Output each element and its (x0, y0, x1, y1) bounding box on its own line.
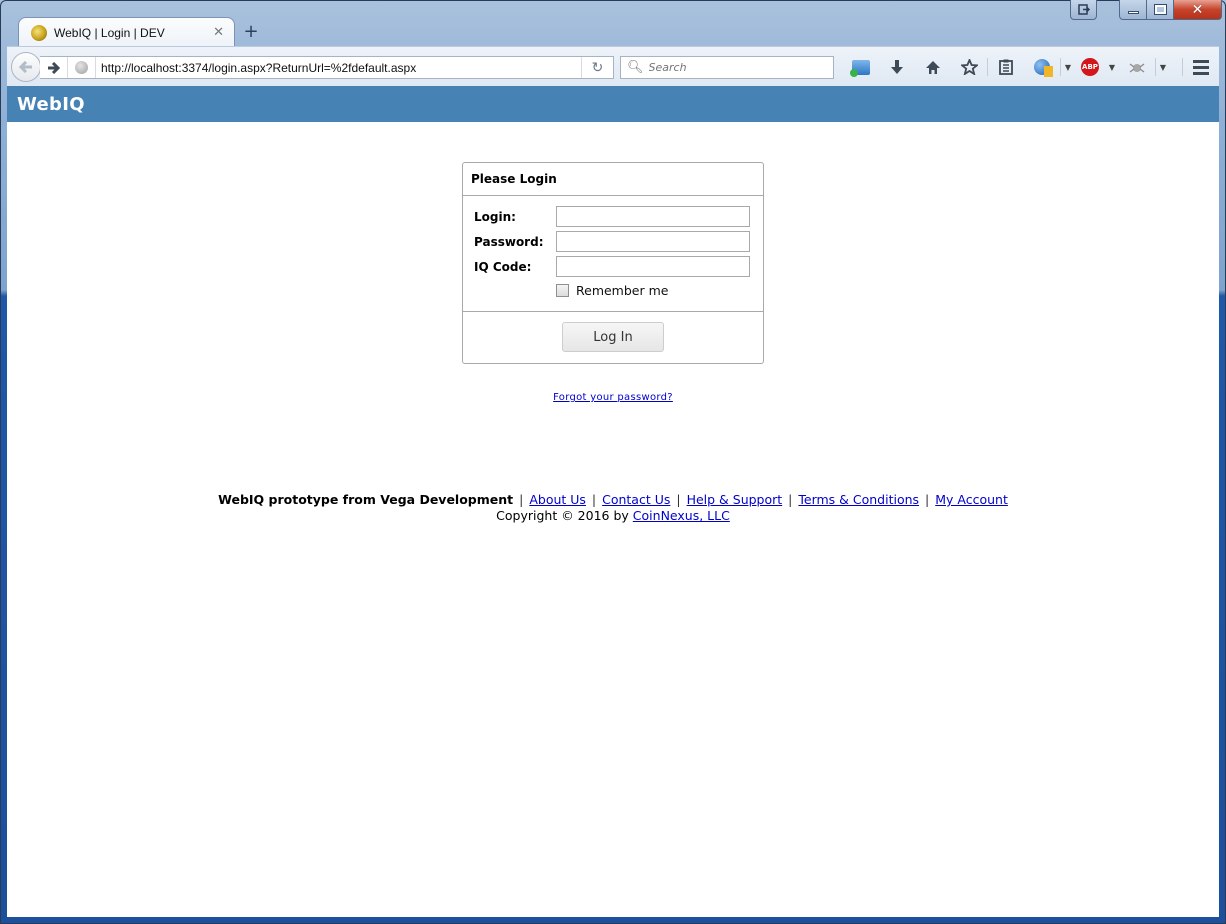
login-row: Login: (474, 206, 750, 227)
menu-icon (1193, 59, 1209, 75)
login-actions: Log In (463, 312, 763, 362)
adblock-dropdown[interactable]: ▼ (1105, 55, 1119, 79)
home-icon (926, 60, 940, 74)
login-panel: Please Login Login: Password: IQ Code: R… (462, 162, 764, 364)
password-row: Password: (474, 231, 750, 252)
footer-separator: | (788, 492, 793, 507)
bug-icon (1129, 63, 1145, 73)
log-in-button[interactable]: Log In (562, 322, 664, 352)
site-header: WebIQ (7, 86, 1219, 122)
company-link[interactable]: CoinNexus, LLC (633, 508, 730, 523)
login-label: Login: (474, 209, 516, 224)
tab-title: WebIQ | Login | DEV (54, 25, 165, 40)
toolbar-icons: ▼ ABP ▼ ▼ (843, 55, 1219, 79)
reload-icon: ↻ (591, 59, 604, 76)
dropdown-arrow-icon: ▼ (1159, 62, 1167, 72)
site-title[interactable]: WebIQ (17, 94, 85, 115)
footer-separator: | (925, 492, 930, 507)
download-button[interactable] (879, 55, 915, 79)
url-bar[interactable]: http://localhost:3374/login.aspx?ReturnU… (40, 56, 614, 79)
iq-code-label: IQ Code: (474, 259, 532, 274)
forgot-password-container: Forgot your password? (7, 385, 1219, 404)
window-restore-tabs-button[interactable] (1070, 0, 1097, 20)
adblock-button[interactable]: ABP (1075, 55, 1105, 79)
back-arrow-icon (19, 61, 32, 73)
password-label: Password: (474, 234, 544, 249)
search-icon: 🔍︎ (627, 60, 644, 75)
iq-code-input[interactable] (556, 256, 750, 277)
addon-dropdown[interactable]: ▼ (1061, 55, 1075, 79)
footer-brand: WebIQ prototype from Vega Development (218, 492, 514, 507)
search-input[interactable] (648, 61, 829, 74)
remember-me[interactable]: Remember me (556, 283, 668, 298)
help-support-link[interactable]: Help & Support (687, 492, 783, 507)
footer-separator: | (519, 492, 524, 507)
tab-close-icon[interactable]: ✕ (213, 25, 224, 40)
page-viewport: WebIQ Please Login Login: Password: IQ C… (7, 86, 1219, 917)
url-text[interactable]: http://localhost:3374/login.aspx?ReturnU… (96, 61, 581, 75)
about-us-link[interactable]: About Us (529, 492, 586, 507)
my-account-link[interactable]: My Account (935, 492, 1008, 507)
addon-button[interactable] (1024, 55, 1060, 79)
browser-tab[interactable]: WebIQ | Login | DEV ✕ (18, 17, 235, 47)
login-heading: Please Login (463, 163, 763, 196)
site-identity-button[interactable] (68, 57, 96, 78)
forgot-password-link[interactable]: Forgot your password? (553, 392, 673, 403)
footer-copyright-line: Copyright © 2016 by CoinNexus, LLC (7, 508, 1219, 524)
folder-sync-button[interactable] (843, 55, 879, 79)
site-footer: WebIQ prototype from Vega Development | … (7, 492, 1219, 524)
footer-separator: | (591, 492, 597, 507)
remember-me-label[interactable]: Remember me (576, 283, 668, 298)
bookmark-button[interactable] (951, 55, 987, 79)
login-input[interactable] (556, 206, 750, 227)
maximize-icon (1153, 4, 1167, 15)
window-share-icon (1077, 4, 1090, 15)
home-button[interactable] (915, 55, 951, 79)
footer-separator: | (676, 492, 681, 507)
folder-sync-icon (850, 59, 870, 77)
remember-me-checkbox[interactable] (556, 284, 569, 297)
copyright-text: Copyright © 2016 by (496, 508, 629, 523)
login-form: Login: Password: IQ Code: Remember me (463, 196, 763, 312)
maximize-button[interactable] (1147, 0, 1174, 20)
contact-us-link[interactable]: Contact Us (602, 492, 670, 507)
minimize-button[interactable] (1119, 0, 1147, 20)
bug-button[interactable] (1119, 55, 1155, 79)
dropdown-arrow-icon: ▼ (1108, 62, 1116, 72)
bug-dropdown[interactable]: ▼ (1156, 55, 1170, 79)
terms-conditions-link[interactable]: Terms & Conditions (798, 492, 919, 507)
bookmark-star-icon (960, 59, 978, 75)
password-input[interactable] (556, 231, 750, 252)
download-icon (891, 60, 903, 74)
search-bar[interactable]: 🔍︎ (620, 56, 834, 79)
minimize-icon (1127, 10, 1139, 14)
footer-links-line: WebIQ prototype from Vega Development | … (7, 492, 1219, 508)
globe-icon (75, 61, 88, 74)
favicon-icon (31, 24, 47, 41)
dropdown-arrow-icon: ▼ (1064, 62, 1072, 72)
reload-button[interactable]: ↻ (581, 57, 613, 78)
menu-button[interactable] (1183, 55, 1219, 79)
reading-list-icon (999, 59, 1013, 75)
adblock-plus-icon: ABP (1081, 58, 1099, 76)
navigation-toolbar: http://localhost:3374/login.aspx?ReturnU… (7, 46, 1219, 86)
close-icon: ✕ (1191, 1, 1204, 18)
reading-list-button[interactable] (988, 55, 1024, 79)
back-button[interactable] (11, 52, 41, 82)
new-tab-button[interactable]: + (242, 20, 260, 42)
window-controls: ✕ (1119, 0, 1222, 20)
forward-button[interactable] (40, 57, 68, 78)
iq-code-row: IQ Code: (474, 256, 750, 277)
forward-arrow-icon (48, 61, 60, 74)
close-window-button[interactable]: ✕ (1174, 0, 1222, 20)
addon-icon (1034, 59, 1053, 77)
